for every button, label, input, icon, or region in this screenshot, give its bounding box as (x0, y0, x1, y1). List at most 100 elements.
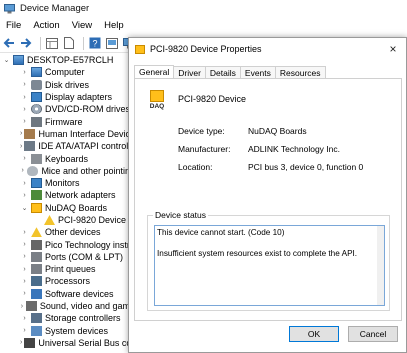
tree-item[interactable]: › Monitors (0, 177, 135, 189)
tree-item-label: Mice and other pointing (41, 165, 135, 176)
toolbar-separator (83, 36, 84, 50)
close-icon[interactable]: × (386, 42, 400, 56)
daq-board-icon (150, 90, 164, 102)
menu-view[interactable]: View (66, 20, 98, 31)
scan-hardware-icon[interactable] (105, 37, 119, 50)
tree-item[interactable]: › Sound, video and game (0, 300, 135, 312)
collapsed-chevron-icon[interactable]: › (20, 80, 29, 89)
collapsed-chevron-icon[interactable]: › (20, 240, 29, 249)
manufacturer-value: ADLINK Technology Inc. (248, 144, 340, 154)
status-scrollbar[interactable] (377, 226, 384, 305)
general-tab-panel: DAQ PCI-9820 Device Device type: NuDAQ B… (134, 78, 402, 321)
tree-item-label: Universal Serial Bus con (38, 337, 135, 348)
collapsed-chevron-icon[interactable]: › (20, 191, 29, 200)
collapsed-chevron-icon[interactable]: › (20, 68, 29, 77)
back-arrow-icon[interactable] (2, 37, 16, 50)
tree-item[interactable]: › Software devices (0, 288, 135, 300)
usb-icon (24, 337, 36, 348)
tree-item-label: Sound, video and game (39, 301, 135, 312)
tree-item[interactable]: › Print queues (0, 263, 135, 275)
tree-item-label: Other devices (45, 227, 101, 238)
help-icon[interactable]: ? (88, 37, 102, 50)
warning-icon (44, 215, 55, 225)
collapsed-chevron-icon[interactable]: › (20, 166, 25, 175)
processor-icon (31, 276, 42, 287)
dvd-icon (31, 104, 42, 115)
tree-item[interactable]: › Mice and other pointing (0, 165, 135, 177)
location-label: Location: (178, 162, 213, 172)
tree-item[interactable]: › Storage controllers (0, 312, 135, 324)
tree-item[interactable]: › Universal Serial Bus con (0, 337, 135, 349)
tree-item[interactable]: › Keyboards (0, 152, 135, 164)
collapsed-chevron-icon[interactable]: › (20, 129, 22, 138)
tree-item-label: NuDAQ Boards (45, 202, 108, 213)
tree-item[interactable]: › Disk drives (0, 79, 135, 91)
dialog-title: PCI-9820 Device Properties (150, 44, 262, 54)
properties-grid-icon[interactable] (45, 37, 59, 50)
tree-item[interactable]: › System devices (0, 325, 135, 337)
tree-item-label: Disk drives (45, 79, 90, 90)
tree-item[interactable]: › Ports (COM & LPT) (0, 251, 135, 263)
expanded-chevron-icon[interactable]: ⌄ (2, 56, 11, 65)
no-expander (33, 216, 42, 225)
mouse-icon (27, 165, 39, 176)
tree-item-label: System devices (45, 325, 109, 336)
monitor-icon (31, 178, 42, 189)
collapsed-chevron-icon[interactable]: › (20, 228, 29, 237)
expanded-chevron-icon[interactable]: ⌄ (20, 203, 29, 212)
tree-item-label: DESKTOP-E57RCLH (27, 55, 114, 66)
collapsed-chevron-icon[interactable]: › (20, 289, 29, 298)
tree-item[interactable]: ⌄ DESKTOP-E57RCLH (0, 54, 135, 66)
device-status-legend: Device status (153, 210, 209, 220)
tree-item[interactable]: ⌄ NuDAQ Boards (0, 202, 135, 214)
collapsed-chevron-icon[interactable]: › (20, 179, 29, 188)
tree-item[interactable]: › Pico Technology instru (0, 238, 135, 250)
svg-text:?: ? (92, 39, 97, 49)
forward-arrow-icon[interactable] (19, 37, 33, 50)
keyboard-icon (31, 153, 42, 164)
device-status-textbox[interactable]: This device cannot start. (Code 10) Insu… (154, 225, 385, 306)
collapsed-chevron-icon[interactable]: › (20, 338, 22, 347)
tree-item[interactable]: › IDE ATA/ATAPI controlle (0, 140, 135, 152)
tree-item[interactable]: › Computer (0, 66, 135, 78)
tree-item[interactable]: › Human Interface Device (0, 128, 135, 140)
device-name: PCI-9820 Device (178, 94, 247, 104)
device-type-value: NuDAQ Boards (248, 126, 307, 136)
collapsed-chevron-icon[interactable]: › (20, 314, 29, 323)
firmware-icon (31, 116, 42, 127)
tree-item-label: Firmware (45, 116, 83, 127)
collapsed-chevron-icon[interactable]: › (20, 277, 29, 286)
menu-file[interactable]: File (0, 20, 27, 31)
hid-icon (24, 128, 36, 139)
system-device-icon (31, 325, 42, 336)
tree-item[interactable]: › Display adapters (0, 91, 135, 103)
cancel-button[interactable]: Cancel (348, 326, 398, 342)
collapsed-chevron-icon[interactable]: › (20, 117, 29, 126)
menu-help[interactable]: Help (98, 20, 130, 31)
tree-item[interactable]: › DVD/CD-ROM drives (0, 103, 135, 115)
collapsed-chevron-icon[interactable]: › (20, 265, 29, 274)
status-line-1: This device cannot start. (Code 10) (157, 228, 285, 237)
tree-item[interactable]: PCI-9820 Device (0, 214, 135, 226)
tree-item-label: Ports (COM & LPT) (45, 251, 124, 262)
collapsed-chevron-icon[interactable]: › (20, 154, 29, 163)
collapsed-chevron-icon[interactable]: › (20, 105, 29, 114)
collapsed-chevron-icon[interactable]: › (20, 326, 29, 335)
collapsed-chevron-icon[interactable]: › (20, 252, 29, 261)
device-tree: ⌄ DESKTOP-E57RCLH › Computer › Disk drives › Di… (0, 54, 135, 353)
tab-general[interactable]: General (134, 65, 175, 79)
other-devices-icon (31, 227, 42, 238)
tree-item[interactable]: › Other devices (0, 226, 135, 238)
menu-action[interactable]: Action (27, 20, 65, 31)
tree-item[interactable]: › Processors (0, 275, 135, 287)
tree-item-label: Monitors (45, 178, 80, 189)
tree-item[interactable]: › Firmware (0, 115, 135, 127)
tree-item-label: Pico Technology instru (45, 239, 135, 250)
collapsed-chevron-icon[interactable]: › (20, 93, 29, 102)
collapsed-chevron-icon[interactable]: › (20, 142, 22, 151)
collapsed-chevron-icon[interactable]: › (20, 302, 24, 311)
display-adapter-icon (31, 92, 42, 103)
ok-button[interactable]: OK (289, 326, 339, 342)
document-icon[interactable] (62, 37, 76, 50)
tree-item[interactable]: › Network adapters (0, 189, 135, 201)
